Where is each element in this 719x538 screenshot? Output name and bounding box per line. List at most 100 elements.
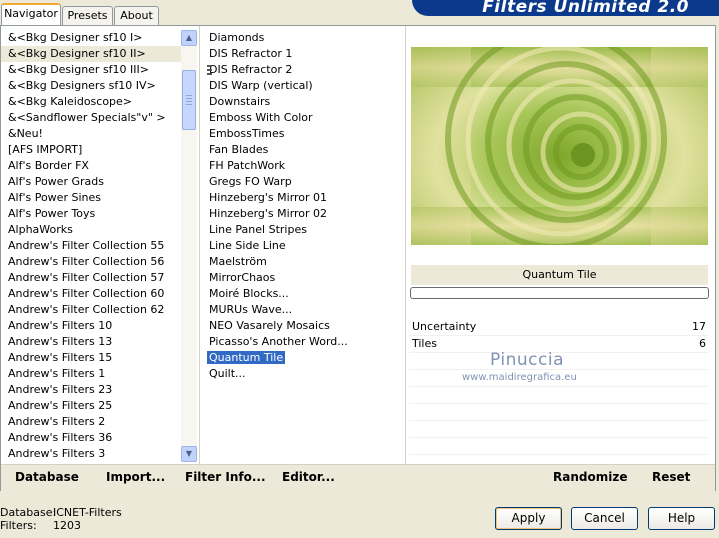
tab-navigator[interactable]: Navigator bbox=[1, 3, 61, 27]
filter-item[interactable]: Quilt... bbox=[202, 366, 402, 382]
filter-item[interactable]: Hinzeberg's Mirror 01 bbox=[202, 190, 402, 206]
filter-item[interactable]: Moiré Blocks... bbox=[202, 286, 402, 302]
param-label: Tiles bbox=[412, 337, 437, 350]
param-row-empty bbox=[409, 387, 708, 404]
apply-button[interactable]: Apply bbox=[495, 507, 562, 530]
scroll-down-button[interactable]: ▼ bbox=[181, 446, 197, 462]
category-item[interactable]: Alf's Power Sines bbox=[1, 190, 181, 206]
category-item[interactable]: AlphaWorks bbox=[1, 222, 181, 238]
drag-handle-icon bbox=[207, 65, 212, 75]
filter-item-label: Maelström bbox=[209, 255, 267, 268]
category-item[interactable]: &Neu! bbox=[1, 126, 181, 142]
filter-item[interactable]: MirrorChaos bbox=[202, 270, 402, 286]
category-item[interactable]: &<Bkg Designers sf10 IV> bbox=[1, 78, 181, 94]
category-item[interactable]: &<Bkg Designer sf10 I> bbox=[1, 30, 181, 46]
filter-item-label: NEO Vasarely Mosaics bbox=[209, 319, 330, 332]
category-list[interactable]: &<Bkg Designer sf10 I> &<Bkg Designer sf1… bbox=[1, 30, 181, 462]
tab-about[interactable]: About bbox=[114, 6, 159, 25]
cancel-button[interactable]: Cancel bbox=[571, 507, 638, 530]
category-item[interactable]: &<Sandflower Specials"v" > bbox=[1, 110, 181, 126]
category-item[interactable]: Andrew's Filters 13 bbox=[1, 334, 181, 350]
scroll-thumb[interactable] bbox=[182, 70, 196, 130]
import-button[interactable]: Import... bbox=[106, 470, 165, 484]
filter-item-label: Downstairs bbox=[209, 95, 271, 108]
category-item[interactable]: Andrew's Filters 2 bbox=[1, 414, 181, 430]
filters-value: 1203 bbox=[53, 519, 81, 532]
filter-item[interactable]: Gregs FO Warp bbox=[202, 174, 402, 190]
filter-item[interactable]: FH PatchWork bbox=[202, 158, 402, 174]
tab-bar: Navigator Presets About Filters Unlimite… bbox=[0, 0, 719, 27]
filter-item[interactable]: Fan Blades bbox=[202, 142, 402, 158]
filter-item[interactable]: Quantum Tile bbox=[202, 350, 402, 366]
filter-item-label: Line Side Line bbox=[209, 239, 286, 252]
param-row-empty bbox=[409, 404, 708, 421]
param-value[interactable]: 6 bbox=[699, 336, 706, 352]
category-item[interactable]: Andrew's Filter Collection 62 bbox=[1, 302, 181, 318]
filter-item[interactable]: Picasso's Another Word... bbox=[202, 334, 402, 350]
param-row[interactable]: Uncertainty 17 bbox=[409, 319, 708, 336]
param-label: Uncertainty bbox=[412, 320, 477, 333]
filter-item-label: FH PatchWork bbox=[209, 159, 286, 172]
filter-item-label: Quilt... bbox=[209, 367, 246, 380]
database-label: Database: bbox=[0, 506, 57, 519]
filter-item[interactable]: DIS Refractor 1 bbox=[202, 46, 402, 62]
filter-item[interactable]: DIS Refractor 2 bbox=[202, 62, 402, 78]
editor-button[interactable]: Editor... bbox=[282, 470, 335, 484]
filter-item[interactable]: Diamonds bbox=[202, 30, 402, 46]
list-divider bbox=[199, 26, 200, 464]
filter-item[interactable]: EmbossTimes bbox=[202, 126, 402, 142]
category-item[interactable]: &<Bkg Designer sf10 III> bbox=[1, 62, 181, 78]
filter-item-label: DIS Refractor 1 bbox=[209, 47, 293, 60]
filter-item[interactable]: Hinzeberg's Mirror 02 bbox=[202, 206, 402, 222]
filter-item-label: Diamonds bbox=[209, 31, 265, 44]
database-button[interactable]: Database bbox=[15, 470, 79, 484]
reset-button[interactable]: Reset bbox=[652, 470, 690, 484]
category-item[interactable]: Andrew's Filters 36 bbox=[1, 430, 181, 446]
footer-filters: Filters: 1203 bbox=[0, 519, 81, 532]
scroll-up-button[interactable]: ▲ bbox=[181, 30, 197, 46]
filter-item[interactable]: NEO Vasarely Mosaics bbox=[202, 318, 402, 334]
filter-item-label: Hinzeberg's Mirror 02 bbox=[209, 207, 328, 220]
category-item[interactable]: &<Bkg Kaleidoscope> bbox=[1, 94, 181, 110]
filter-item[interactable]: Line Panel Stripes bbox=[202, 222, 402, 238]
filter-item[interactable]: Downstairs bbox=[202, 94, 402, 110]
category-item[interactable]: Alf's Power Grads bbox=[1, 174, 181, 190]
category-item[interactable]: Andrew's Filters 10 bbox=[1, 318, 181, 334]
param-value[interactable]: 17 bbox=[692, 319, 706, 335]
param-row-empty bbox=[409, 438, 708, 455]
filter-info-button[interactable]: Filter Info... bbox=[185, 470, 266, 484]
list-divider-2 bbox=[405, 26, 406, 464]
filter-item[interactable]: Emboss With Color bbox=[202, 110, 402, 126]
parameter-list: Uncertainty 17 Tiles 6 bbox=[409, 319, 708, 455]
category-item[interactable]: Andrew's Filters 23 bbox=[1, 382, 181, 398]
filter-item[interactable]: DIS Warp (vertical) bbox=[202, 78, 402, 94]
category-item[interactable]: Andrew's Filters 3 bbox=[1, 446, 181, 462]
tab-presets[interactable]: Presets bbox=[62, 6, 113, 25]
category-item[interactable]: Andrew's Filter Collection 55 bbox=[1, 238, 181, 254]
watermark-url: www.maidiregrafica.eu bbox=[462, 372, 577, 383]
help-button[interactable]: Help bbox=[648, 507, 715, 530]
filter-item-label: MirrorChaos bbox=[209, 271, 276, 284]
filter-item[interactable]: Maelström bbox=[202, 254, 402, 270]
footer-database: Database: ICNET-Filters bbox=[0, 506, 122, 519]
category-scrollbar[interactable]: ▲ ▼ bbox=[181, 30, 197, 462]
category-item[interactable]: &<Bkg Designer sf10 II> bbox=[1, 46, 181, 62]
filter-item[interactable]: Line Side Line bbox=[202, 238, 402, 254]
category-item[interactable]: Andrew's Filters 15 bbox=[1, 350, 181, 366]
category-item[interactable]: Alf's Border FX bbox=[1, 158, 181, 174]
preview-image bbox=[411, 47, 708, 245]
category-item[interactable]: Andrew's Filter Collection 57 bbox=[1, 270, 181, 286]
bottom-toolbar: Database Import... Filter Info... Editor… bbox=[1, 464, 715, 491]
randomize-button[interactable]: Randomize bbox=[553, 470, 627, 484]
category-item[interactable]: Andrew's Filter Collection 56 bbox=[1, 254, 181, 270]
filters-label: Filters: bbox=[0, 519, 37, 532]
category-item[interactable]: [AFS IMPORT] bbox=[1, 142, 181, 158]
category-item[interactable]: Andrew's Filter Collection 60 bbox=[1, 286, 181, 302]
filter-item[interactable]: MURUs Wave... bbox=[202, 302, 402, 318]
category-item[interactable]: Andrew's Filters 25 bbox=[1, 398, 181, 414]
filter-item-label: MURUs Wave... bbox=[209, 303, 293, 316]
filter-item-label: Quantum Tile bbox=[207, 351, 286, 364]
filter-list[interactable]: Diamonds DIS Refractor 1 DIS Refractor 2 DI… bbox=[202, 30, 402, 462]
category-item[interactable]: Andrew's Filters 1 bbox=[1, 366, 181, 382]
category-item[interactable]: Alf's Power Toys bbox=[1, 206, 181, 222]
